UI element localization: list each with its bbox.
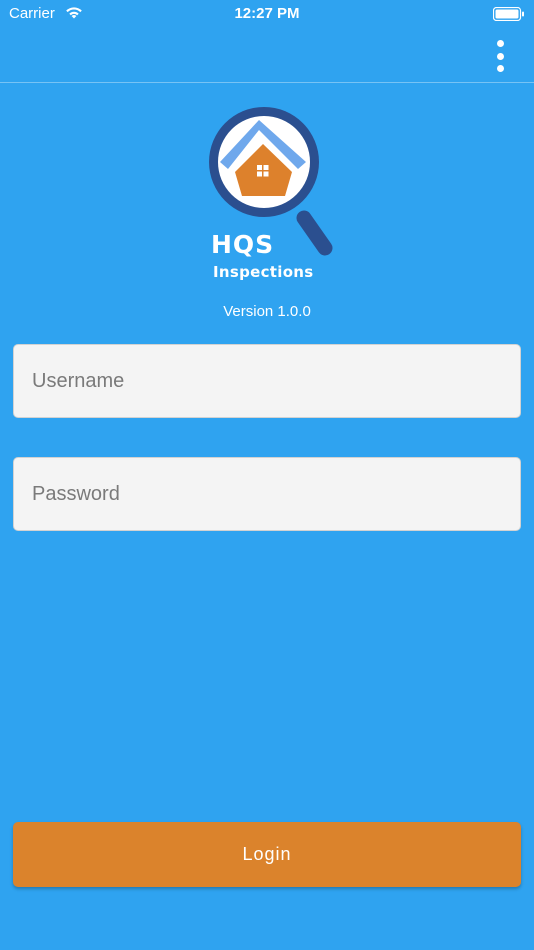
more-vertical-icon[interactable] — [494, 40, 506, 72]
login-screen: Carrier 12:27 PM HQS Inspections Version… — [0, 0, 534, 950]
hqs-logo — [200, 100, 336, 290]
status-bar: Carrier 12:27 PM — [0, 0, 534, 28]
login-button[interactable]: Login — [13, 822, 521, 887]
logo-subtitle: Inspections — [213, 263, 314, 281]
house-magnifier-icon — [209, 107, 333, 256]
status-time: 12:27 PM — [234, 5, 300, 22]
version-label: Version 1.0.0 — [223, 303, 311, 320]
password-input[interactable] — [13, 457, 521, 531]
navigation-bar — [0, 28, 534, 83]
username-input[interactable] — [13, 344, 521, 418]
logo-title: HQS — [211, 230, 275, 259]
battery-icon — [492, 6, 525, 25]
